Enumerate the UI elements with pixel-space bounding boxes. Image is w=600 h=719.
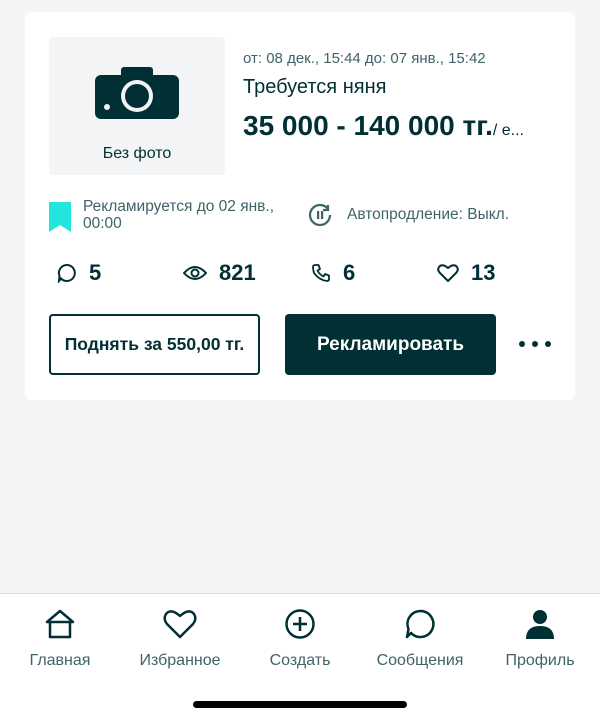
tab-profile-label: Профиль	[505, 652, 575, 669]
heart-icon	[437, 264, 459, 282]
photo-placeholder[interactable]: Без фото	[49, 37, 225, 175]
tab-home[interactable]: Главная	[0, 608, 120, 670]
home-icon	[45, 609, 75, 639]
chat-bubble-icon	[57, 263, 76, 283]
tab-home-label: Главная	[29, 652, 91, 669]
dot	[519, 341, 525, 347]
chat-icon	[405, 609, 435, 639]
promo-text: Рекламируется до 02 янв., 00:00	[83, 198, 275, 232]
listing-card[interactable]: Без фото от: 08 дек., 15:44 до: 07 янв.,…	[25, 12, 575, 400]
tab-create[interactable]: Создать	[240, 608, 360, 670]
autorenew-text: Автопродление: Выкл.	[347, 206, 510, 223]
bottom-tab-bar: Главная Избранное Создать Сообщения Проф…	[0, 593, 600, 719]
promo-status: Рекламируется до 02 янв., 00:00	[49, 198, 293, 232]
favorites-stat: 13	[437, 260, 495, 286]
no-photo-label: Без фото	[102, 145, 172, 162]
tab-messages[interactable]: Сообщения	[360, 608, 480, 670]
eye-icon	[183, 266, 207, 280]
dot	[532, 341, 538, 347]
more-options-button[interactable]	[519, 334, 551, 354]
bookmark-icon	[49, 202, 71, 232]
price-unit: / е...	[492, 122, 524, 139]
promote-button[interactable]: Рекламировать	[285, 314, 496, 375]
views-count: 821	[219, 260, 256, 285]
favorites-count: 13	[471, 260, 496, 285]
heart-icon	[163, 610, 197, 639]
autorenew-status[interactable]: Автопродление: Выкл.	[307, 202, 509, 228]
dot	[545, 341, 551, 347]
tab-favorites[interactable]: Избранное	[120, 608, 240, 670]
tab-create-label: Создать	[269, 652, 331, 669]
camera-icon	[95, 67, 179, 119]
views-stat: 821	[183, 260, 256, 286]
listing-title[interactable]: Требуется няня	[243, 76, 386, 99]
price-value: 35 000 - 140 000 тг.	[243, 110, 493, 141]
plus-circle-icon	[285, 609, 315, 639]
messages-count: 5	[89, 260, 102, 285]
messages-stat: 5	[57, 260, 101, 286]
home-indicator	[193, 701, 407, 708]
tab-favorites-label: Избранное	[139, 652, 221, 669]
raise-listing-button[interactable]: Поднять за 550,00 тг.	[49, 314, 260, 375]
calls-count: 6	[343, 260, 356, 285]
calls-stat: 6	[311, 260, 355, 286]
phone-icon	[312, 264, 330, 282]
tab-messages-label: Сообщения	[376, 652, 464, 669]
listing-price: 35 000 - 140 000 тг./ е...	[243, 110, 524, 142]
listing-dates: от: 08 дек., 15:44 до: 07 янв., 15:42	[243, 50, 486, 67]
tab-profile[interactable]: Профиль	[480, 608, 600, 670]
pause-circle-icon	[308, 203, 332, 227]
profile-icon	[526, 610, 554, 639]
